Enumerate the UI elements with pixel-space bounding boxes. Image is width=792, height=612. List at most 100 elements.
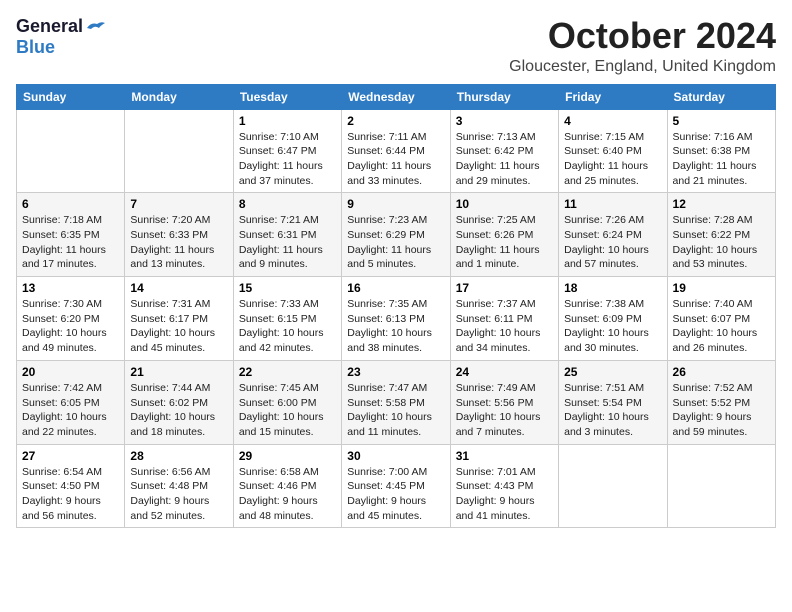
day-info: Sunrise: 7:42 AMSunset: 6:05 PMDaylight:…: [22, 381, 119, 440]
day-info: Sunrise: 7:31 AMSunset: 6:17 PMDaylight:…: [130, 297, 227, 356]
day-number: 6: [22, 197, 119, 211]
calendar-cell: 24 Sunrise: 7:49 AMSunset: 5:56 PMDayligh…: [450, 360, 558, 444]
day-number: 12: [673, 197, 770, 211]
weekday-header-friday: Friday: [559, 84, 667, 109]
calendar-cell: 11Sunrise: 7:26 AMSunset: 6:24 PMDayligh…: [559, 193, 667, 277]
weekday-header-monday: Monday: [125, 84, 233, 109]
calendar-cell: 9Sunrise: 7:23 AMSunset: 6:29 PMDaylight…: [342, 193, 450, 277]
calendar-body: 1 Sunrise: 7:10 AMSunset: 6:47 PMDaylight…: [17, 109, 776, 528]
calendar-cell: 15Sunrise: 7:33 AMSunset: 6:15 PMDayligh…: [233, 277, 341, 361]
day-info: Sunrise: 7:30 AMSunset: 6:20 PMDaylight:…: [22, 297, 119, 356]
day-info: Sunrise: 7:28 AMSunset: 6:22 PMDaylight:…: [673, 213, 770, 272]
logo-bird-icon: [85, 20, 107, 36]
day-number: 10: [456, 197, 553, 211]
day-info: Sunrise: 7:01 AMSunset: 4:43 PMDaylight:…: [456, 465, 553, 524]
day-number: 24: [456, 365, 553, 379]
location-title: Gloucester, England, United Kingdom: [509, 58, 776, 76]
calendar-cell: 5 Sunrise: 7:16 AMSunset: 6:38 PMDaylight…: [667, 109, 775, 193]
day-info: Sunrise: 7:49 AMSunset: 5:56 PMDaylight:…: [456, 381, 553, 440]
day-info: Sunrise: 7:13 AMSunset: 6:42 PMDaylight:…: [456, 130, 553, 189]
day-number: 23: [347, 365, 444, 379]
day-number: 20: [22, 365, 119, 379]
calendar-cell: [559, 444, 667, 528]
logo-general: General: [16, 16, 83, 37]
day-number: 22: [239, 365, 336, 379]
calendar-week-2: 6 Sunrise: 7:18 AMSunset: 6:35 PMDaylight…: [17, 193, 776, 277]
day-number: 5: [673, 114, 770, 128]
calendar-week-5: 27 Sunrise: 6:54 AMSunset: 4:50 PMDayligh…: [17, 444, 776, 528]
calendar-cell: 14Sunrise: 7:31 AMSunset: 6:17 PMDayligh…: [125, 277, 233, 361]
weekday-header-row: SundayMondayTuesdayWednesdayThursdayFrid…: [17, 84, 776, 109]
calendar-cell: 27 Sunrise: 6:54 AMSunset: 4:50 PMDayligh…: [17, 444, 125, 528]
day-info: Sunrise: 7:11 AMSunset: 6:44 PMDaylight:…: [347, 130, 444, 189]
calendar-cell: 21Sunrise: 7:44 AMSunset: 6:02 PMDayligh…: [125, 360, 233, 444]
day-number: 25: [564, 365, 661, 379]
calendar-cell: 7 Sunrise: 7:20 AMSunset: 6:33 PMDaylight…: [125, 193, 233, 277]
calendar-cell: 22Sunrise: 7:45 AMSunset: 6:00 PMDayligh…: [233, 360, 341, 444]
day-info: Sunrise: 7:38 AMSunset: 6:09 PMDaylight:…: [564, 297, 661, 356]
calendar-cell: 26 Sunrise: 7:52 AMSunset: 5:52 PMDayligh…: [667, 360, 775, 444]
day-number: 28: [130, 449, 227, 463]
day-number: 19: [673, 281, 770, 295]
day-number: 26: [673, 365, 770, 379]
header: General Blue October 2024 Gloucester, En…: [16, 16, 776, 76]
day-info: Sunrise: 7:21 AMSunset: 6:31 PMDaylight:…: [239, 213, 336, 272]
day-number: 31: [456, 449, 553, 463]
calendar-cell: [125, 109, 233, 193]
calendar-cell: 17Sunrise: 7:37 AMSunset: 6:11 PMDayligh…: [450, 277, 558, 361]
day-info: Sunrise: 7:26 AMSunset: 6:24 PMDaylight:…: [564, 213, 661, 272]
day-number: 1: [239, 114, 336, 128]
weekday-header-saturday: Saturday: [667, 84, 775, 109]
weekday-header-thursday: Thursday: [450, 84, 558, 109]
day-info: Sunrise: 7:20 AMSunset: 6:33 PMDaylight:…: [130, 213, 227, 272]
calendar-cell: [667, 444, 775, 528]
weekday-header-sunday: Sunday: [17, 84, 125, 109]
day-number: 3: [456, 114, 553, 128]
day-info: Sunrise: 7:25 AMSunset: 6:26 PMDaylight:…: [456, 213, 553, 272]
day-info: Sunrise: 7:18 AMSunset: 6:35 PMDaylight:…: [22, 213, 119, 272]
logo-blue: Blue: [16, 37, 55, 58]
day-number: 27: [22, 449, 119, 463]
day-number: 17: [456, 281, 553, 295]
calendar-cell: 16 Sunrise: 7:35 AMSunset: 6:13 PMDayligh…: [342, 277, 450, 361]
day-info: Sunrise: 7:16 AMSunset: 6:38 PMDaylight:…: [673, 130, 770, 189]
day-number: 9: [347, 197, 444, 211]
month-title: October 2024: [509, 16, 776, 56]
calendar-cell: 29 Sunrise: 6:58 AMSunset: 4:46 PMDayligh…: [233, 444, 341, 528]
calendar-cell: 2Sunrise: 7:11 AMSunset: 6:44 PMDaylight…: [342, 109, 450, 193]
day-info: Sunrise: 7:10 AMSunset: 6:47 PMDaylight:…: [239, 130, 336, 189]
logo: General Blue: [16, 16, 107, 58]
calendar-cell: 6 Sunrise: 7:18 AMSunset: 6:35 PMDaylight…: [17, 193, 125, 277]
day-info: Sunrise: 7:00 AMSunset: 4:45 PMDaylight:…: [347, 465, 444, 524]
day-info: Sunrise: 7:15 AMSunset: 6:40 PMDaylight:…: [564, 130, 661, 189]
day-number: 4: [564, 114, 661, 128]
calendar-cell: 8 Sunrise: 7:21 AMSunset: 6:31 PMDaylight…: [233, 193, 341, 277]
day-number: 7: [130, 197, 227, 211]
day-info: Sunrise: 7:40 AMSunset: 6:07 PMDaylight:…: [673, 297, 770, 356]
day-info: Sunrise: 7:35 AMSunset: 6:13 PMDaylight:…: [347, 297, 444, 356]
day-number: 18: [564, 281, 661, 295]
calendar-week-1: 1 Sunrise: 7:10 AMSunset: 6:47 PMDaylight…: [17, 109, 776, 193]
calendar-cell: 20 Sunrise: 7:42 AMSunset: 6:05 PMDayligh…: [17, 360, 125, 444]
day-number: 16: [347, 281, 444, 295]
day-info: Sunrise: 6:58 AMSunset: 4:46 PMDaylight:…: [239, 465, 336, 524]
day-info: Sunrise: 7:51 AMSunset: 5:54 PMDaylight:…: [564, 381, 661, 440]
calendar-cell: 28 Sunrise: 6:56 AMSunset: 4:48 PMDayligh…: [125, 444, 233, 528]
day-info: Sunrise: 6:54 AMSunset: 4:50 PMDaylight:…: [22, 465, 119, 524]
day-number: 8: [239, 197, 336, 211]
calendar-cell: [17, 109, 125, 193]
calendar-cell: 30Sunrise: 7:00 AMSunset: 4:45 PMDayligh…: [342, 444, 450, 528]
calendar-week-4: 20 Sunrise: 7:42 AMSunset: 6:05 PMDayligh…: [17, 360, 776, 444]
day-info: Sunrise: 6:56 AMSunset: 4:48 PMDaylight:…: [130, 465, 227, 524]
calendar-cell: 12 Sunrise: 7:28 AMSunset: 6:22 PMDayligh…: [667, 193, 775, 277]
calendar-cell: 4 Sunrise: 7:15 AMSunset: 6:40 PMDaylight…: [559, 109, 667, 193]
weekday-header-wednesday: Wednesday: [342, 84, 450, 109]
day-info: Sunrise: 7:33 AMSunset: 6:15 PMDaylight:…: [239, 297, 336, 356]
calendar-cell: 18 Sunrise: 7:38 AMSunset: 6:09 PMDayligh…: [559, 277, 667, 361]
day-info: Sunrise: 7:52 AMSunset: 5:52 PMDaylight:…: [673, 381, 770, 440]
day-number: 29: [239, 449, 336, 463]
calendar-cell: 19 Sunrise: 7:40 AMSunset: 6:07 PMDayligh…: [667, 277, 775, 361]
calendar-cell: 10 Sunrise: 7:25 AMSunset: 6:26 PMDayligh…: [450, 193, 558, 277]
day-number: 13: [22, 281, 119, 295]
calendar-cell: 31 Sunrise: 7:01 AMSunset: 4:43 PMDayligh…: [450, 444, 558, 528]
